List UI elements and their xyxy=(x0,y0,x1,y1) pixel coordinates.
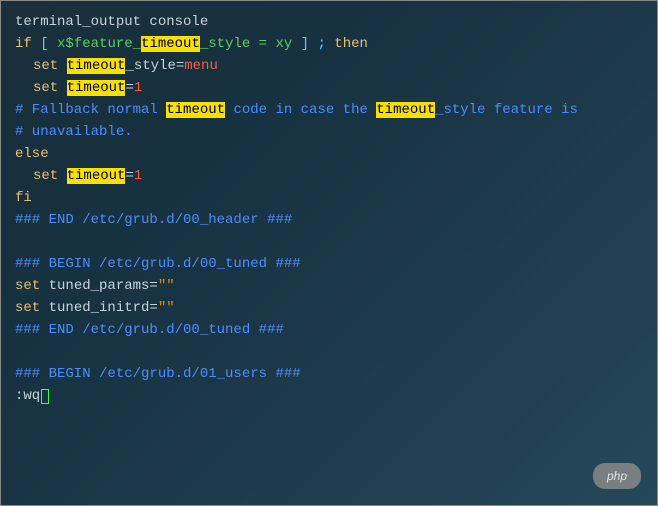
text: = xyxy=(125,168,133,184)
text: _style= xyxy=(125,58,184,74)
comment: code in case the xyxy=(225,102,376,118)
variable: _style = xy xyxy=(200,36,292,52)
keyword-set: set xyxy=(33,168,58,184)
watermark-badge: php xyxy=(593,463,641,489)
string: "" xyxy=(158,278,175,294)
code-editor[interactable]: terminal_output console if [ x$feature_t… xyxy=(15,11,643,407)
string: "" xyxy=(158,300,175,316)
code-line: set timeout=1 xyxy=(15,165,643,187)
search-highlight: timeout xyxy=(67,168,126,184)
code-line: set timeout_style=menu xyxy=(15,55,643,77)
blank-line xyxy=(15,231,643,253)
comment: # unavailable. xyxy=(15,124,133,140)
code-line: # Fallback normal timeout code in case t… xyxy=(15,99,643,121)
space xyxy=(58,58,66,74)
code-line: ### END /etc/grub.d/00_tuned ### xyxy=(15,319,643,341)
keyword-if: if xyxy=(15,36,32,52)
search-highlight: timeout xyxy=(141,36,200,52)
code-line: set tuned_initrd="" xyxy=(15,297,643,319)
text: = xyxy=(125,80,133,96)
code-line: ### END /etc/grub.d/00_header ### xyxy=(15,209,643,231)
text: tuned_initrd= xyxy=(40,300,158,316)
code-line: set tuned_params="" xyxy=(15,275,643,297)
search-highlight: timeout xyxy=(166,102,225,118)
vim-command-line[interactable]: :wq xyxy=(15,385,49,407)
code-line: ### BEGIN /etc/grub.d/01_users ### xyxy=(15,363,643,385)
value: menu xyxy=(184,58,218,74)
search-highlight: timeout xyxy=(67,58,126,74)
code-line: # unavailable. xyxy=(15,121,643,143)
comment: _style feature is xyxy=(435,102,578,118)
bracket: [ xyxy=(32,36,57,52)
text: tuned_params= xyxy=(40,278,158,294)
bracket: ] ; xyxy=(292,36,334,52)
space xyxy=(58,80,66,96)
code-line: if [ x$feature_timeout_style = xy ] ; th… xyxy=(15,33,643,55)
keyword-else: else xyxy=(15,146,49,162)
code-line: terminal_output console xyxy=(15,11,643,33)
comment: ### BEGIN /etc/grub.d/00_tuned ### xyxy=(15,256,301,272)
comment: ### BEGIN /etc/grub.d/01_users ### xyxy=(15,366,301,382)
variable: x$feature_ xyxy=(57,36,141,52)
code-line: fi xyxy=(15,187,643,209)
code-line: ### BEGIN /etc/grub.d/00_tuned ### xyxy=(15,253,643,275)
code-line: set timeout=1 xyxy=(15,77,643,99)
comment: ### END /etc/grub.d/00_tuned ### xyxy=(15,322,284,338)
code-line: else xyxy=(15,143,643,165)
keyword-then: then xyxy=(334,36,368,52)
comment: # Fallback normal xyxy=(15,102,166,118)
search-highlight: timeout xyxy=(67,80,126,96)
comment: ### END /etc/grub.d/00_header ### xyxy=(15,212,292,228)
keyword-set: set xyxy=(33,58,58,74)
search-highlight: timeout xyxy=(376,102,435,118)
keyword-set: set xyxy=(33,80,58,96)
value: 1 xyxy=(134,80,142,96)
blank-line xyxy=(15,341,643,363)
keyword-fi: fi xyxy=(15,190,32,206)
cursor-icon xyxy=(41,389,49,404)
text: terminal_output console xyxy=(15,14,208,30)
space xyxy=(58,168,66,184)
keyword-set: set xyxy=(15,300,40,316)
keyword-set: set xyxy=(15,278,40,294)
value: 1 xyxy=(134,168,142,184)
vim-command-text: :wq xyxy=(15,385,40,407)
